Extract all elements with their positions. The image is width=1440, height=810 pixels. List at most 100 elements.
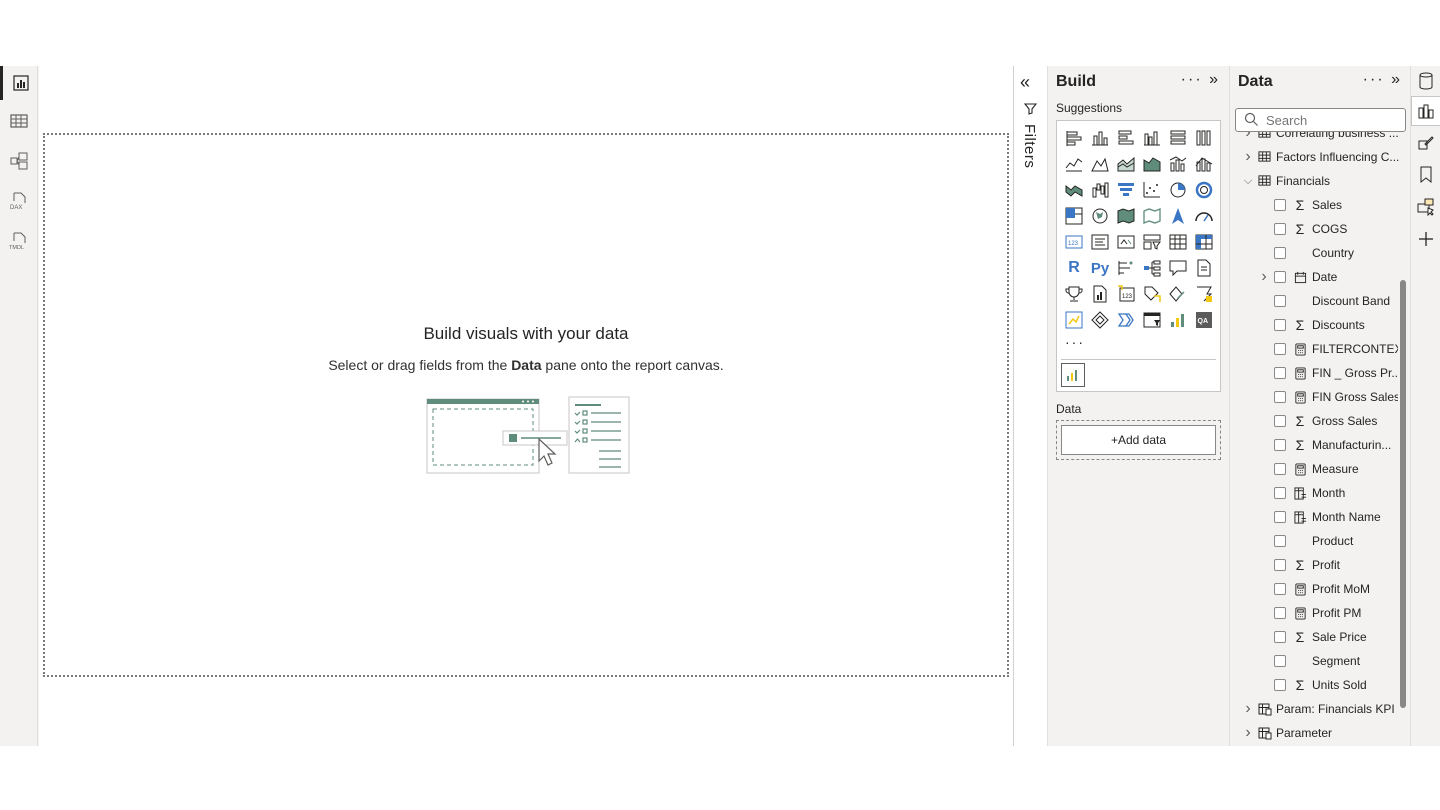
field-row[interactable]: Σ Units Sold [1230, 673, 1402, 697]
field-checkbox[interactable] [1274, 247, 1286, 259]
clustered-bar-chart-icon[interactable] [1113, 125, 1139, 151]
scatter-chart-icon[interactable] [1139, 177, 1165, 203]
field-row[interactable]: Σ Profit [1230, 553, 1402, 577]
chevron-down-icon[interactable]: ⌵ [1243, 175, 1253, 188]
card-icon[interactable]: 123 [1061, 229, 1087, 255]
field-checkbox[interactable] [1274, 679, 1286, 691]
line-chart-icon[interactable] [1061, 151, 1087, 177]
report-view-icon[interactable] [0, 66, 38, 100]
field-checkbox[interactable] [1274, 559, 1286, 571]
treemap-icon[interactable] [1061, 203, 1087, 229]
qa-visual-icon[interactable]: QA [1191, 307, 1217, 333]
field-list-scrollbar[interactable] [1400, 280, 1406, 708]
smart-narrative-icon[interactable] [1191, 255, 1217, 281]
more-visuals-button[interactable]: ··· [1065, 334, 1085, 350]
add-data-button[interactable]: +Add data [1061, 425, 1216, 455]
field-row[interactable]: FIN _ Gross Pr... [1230, 361, 1402, 385]
add-data-dropzone[interactable]: +Add data [1056, 420, 1221, 460]
field-row[interactable]: Profit MoM [1230, 577, 1402, 601]
data-search-box[interactable] [1235, 108, 1406, 132]
chevron-right-icon[interactable]: › [1243, 724, 1253, 742]
r-script-visual-icon[interactable]: R [1061, 255, 1087, 281]
waterfall-chart-icon[interactable] [1087, 177, 1113, 203]
table-view-icon[interactable] [0, 104, 38, 138]
power-automate-icon[interactable] [1165, 281, 1191, 307]
bookmark-icon[interactable] [1411, 160, 1440, 190]
stacked-bar-chart-icon[interactable] [1061, 125, 1087, 151]
matrix-icon[interactable] [1191, 229, 1217, 255]
table-row[interactable]: › Param: Financials KPI [1230, 697, 1402, 721]
filters-label[interactable]: Filters [1021, 124, 1038, 168]
field-checkbox[interactable] [1274, 583, 1286, 595]
donut-chart-icon[interactable] [1191, 177, 1217, 203]
field-row[interactable]: Product [1230, 529, 1402, 553]
card-new-icon[interactable]: 123 [1113, 281, 1139, 307]
field-row[interactable]: Segment [1230, 649, 1402, 673]
field-row[interactable]: Discount Band [1230, 289, 1402, 313]
field-row[interactable]: Month [1230, 481, 1402, 505]
decomposition-tree-icon[interactable] [1139, 255, 1165, 281]
area-chart-icon[interactable] [1087, 151, 1113, 177]
data-pane-icon[interactable] [1411, 66, 1440, 96]
python-visual-icon[interactable]: Py [1087, 255, 1113, 281]
funnel-chart-icon[interactable] [1113, 177, 1139, 203]
field-row[interactable]: FIN Gross Sales [1230, 385, 1402, 409]
field-checkbox[interactable] [1274, 391, 1286, 403]
build-visual-icon[interactable] [1411, 96, 1440, 126]
field-row[interactable]: FILTERCONTEXT [1230, 337, 1402, 361]
field-row[interactable]: Measure [1230, 457, 1402, 481]
chevron-icon[interactable] [1113, 307, 1139, 333]
report-canvas[interactable]: Build visuals with your data Select or d… [43, 133, 1009, 677]
map-icon[interactable] [1087, 203, 1113, 229]
selected-visual-icon[interactable] [1061, 363, 1085, 387]
field-checkbox[interactable] [1274, 535, 1286, 547]
table-row[interactable]: ⌵ Financials [1230, 169, 1402, 193]
stacked-column-chart-icon[interactable] [1087, 125, 1113, 151]
build-pane-options[interactable]: ··· » [1181, 71, 1220, 89]
clustered-column-chart-icon[interactable] [1139, 125, 1165, 151]
shape-icon[interactable] [1087, 307, 1113, 333]
kpi-icon[interactable] [1113, 229, 1139, 255]
table-row[interactable]: › Parameter [1230, 721, 1402, 745]
field-row[interactable]: Σ Sale Price [1230, 625, 1402, 649]
field-row[interactable]: Month Name [1230, 505, 1402, 529]
line-and-clustered-column-chart-icon[interactable] [1191, 151, 1217, 177]
field-checkbox[interactable] [1274, 463, 1286, 475]
azure-map-icon[interactable] [1165, 203, 1191, 229]
slicer-icon[interactable] [1139, 229, 1165, 255]
100-stacked-bar-chart-icon[interactable] [1165, 125, 1191, 151]
format-icon[interactable] [1411, 128, 1440, 158]
line-and-stacked-column-chart-icon[interactable] [1165, 151, 1191, 177]
data-pane-options[interactable]: ··· » [1363, 71, 1402, 89]
field-row[interactable]: › Date [1230, 265, 1402, 289]
field-row[interactable]: Profit PM [1230, 601, 1402, 625]
search-input[interactable] [1266, 111, 1402, 129]
multi-row-card-icon[interactable] [1087, 229, 1113, 255]
metrics-icon[interactable] [1061, 281, 1087, 307]
selection-icon[interactable] [1411, 192, 1440, 222]
chevron-right-icon[interactable]: › [1259, 268, 1269, 286]
ribbon-chart-icon[interactable] [1061, 177, 1087, 203]
field-row[interactable]: Σ Sales [1230, 193, 1402, 217]
field-checkbox[interactable] [1274, 223, 1286, 235]
100-stacked-column-chart-icon[interactable] [1191, 125, 1217, 151]
gauge-icon[interactable] [1191, 203, 1217, 229]
model-view-icon[interactable] [0, 144, 38, 178]
field-row[interactable]: Country [1230, 241, 1402, 265]
field-checkbox[interactable] [1274, 631, 1286, 643]
field-checkbox[interactable] [1274, 511, 1286, 523]
q-and-a-icon[interactable] [1165, 255, 1191, 281]
add-pane-icon[interactable] [1411, 224, 1440, 254]
stacked-area-chart-icon[interactable] [1113, 151, 1139, 177]
tmdl-view-icon[interactable]: TMDL [0, 224, 38, 258]
field-checkbox[interactable] [1274, 607, 1286, 619]
button-slicer-icon[interactable] [1191, 281, 1217, 307]
field-checkbox[interactable] [1274, 439, 1286, 451]
field-checkbox[interactable] [1274, 295, 1286, 307]
field-checkbox[interactable] [1274, 367, 1286, 379]
dax-query-icon[interactable]: DAX [0, 184, 38, 218]
custom-chart-icon[interactable] [1165, 307, 1191, 333]
field-row[interactable]: Σ COGS [1230, 217, 1402, 241]
key-influencers-icon[interactable] [1113, 255, 1139, 281]
filled-map-icon[interactable] [1113, 203, 1139, 229]
